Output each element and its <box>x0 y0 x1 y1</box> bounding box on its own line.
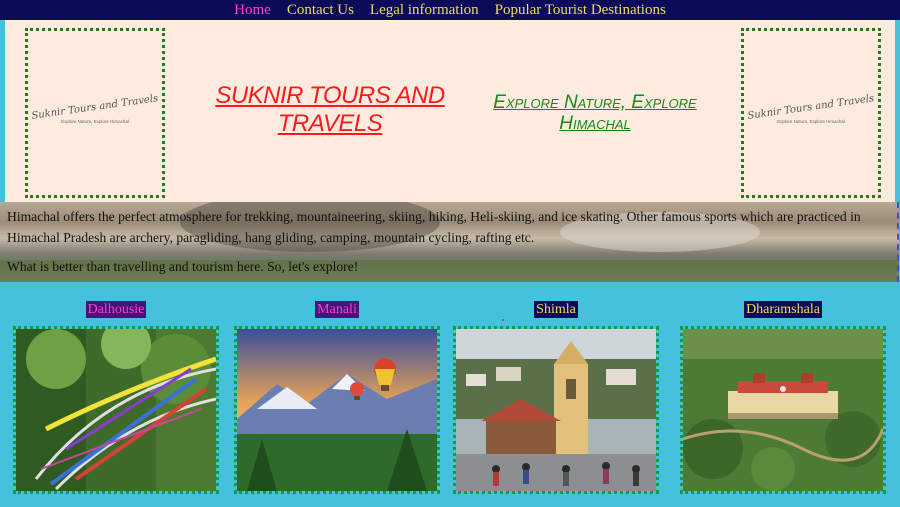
destination-label: Manali <box>234 298 440 319</box>
destination-name-dharamshala[interactable]: Dharamshala <box>744 301 822 318</box>
nav-destinations-link[interactable]: Popular Tourist Destinations <box>495 0 666 20</box>
destination-photo-dalhousie[interactable] <box>13 326 219 494</box>
logo-tagline: Explore Nature, Explore Himachal <box>777 119 845 124</box>
destination-card-manali: Manali <box>234 290 440 500</box>
logo-name: Suknir Tours and Travels <box>747 93 875 122</box>
destination-name-manali[interactable]: Manali <box>315 301 359 318</box>
destination-photo-dharamshala[interactable] <box>680 326 886 494</box>
destination-photo-manali[interactable] <box>234 326 440 494</box>
site-logo-left[interactable]: Suknir Tours and Travels Explore Nature,… <box>25 28 165 198</box>
hero-paragraph-sports: Himachal offers the perfect atmosphere f… <box>7 209 861 245</box>
site-tagline[interactable]: Explore Nature, Explore Himachal <box>475 92 715 134</box>
site-title[interactable]: SUKNIR TOURS AND TRAVELS <box>200 82 460 138</box>
destination-label: Dalhousie <box>13 298 219 319</box>
destination-name-dalhousie[interactable]: Dalhousie <box>85 301 147 318</box>
destination-card-shimla: Shimla <box>453 290 659 500</box>
destination-card-dalhousie: Dalhousie <box>13 290 219 500</box>
site-header: Suknir Tours and Travels Explore Nature,… <box>5 20 895 202</box>
site-logo-right[interactable]: Suknir Tours and Travels Explore Nature,… <box>741 28 881 198</box>
nav-legal-link[interactable]: Legal information <box>370 0 479 20</box>
destination-name-shimla[interactable]: Shimla <box>534 301 578 318</box>
nav-home-link[interactable]: Home <box>234 0 271 20</box>
nav-contact-link[interactable]: Contact Us <box>287 0 354 20</box>
destination-card-dharamshala: Dharamshala <box>680 290 886 500</box>
logo-tagline: Explore Nature, Explore Himachal <box>61 119 129 124</box>
destination-label: Dharamshala <box>680 298 886 319</box>
logo-name: Suknir Tours and Travels <box>31 93 159 122</box>
hero-banner: Himachal offers the perfect atmosphere f… <box>0 202 899 282</box>
destination-label: Shimla <box>453 298 659 319</box>
destination-photo-shimla[interactable] <box>453 326 659 494</box>
hero-paragraph-explore: What is better than travelling and touri… <box>7 259 359 274</box>
top-navigation: Home Contact Us Legal information Popula… <box>0 0 900 20</box>
